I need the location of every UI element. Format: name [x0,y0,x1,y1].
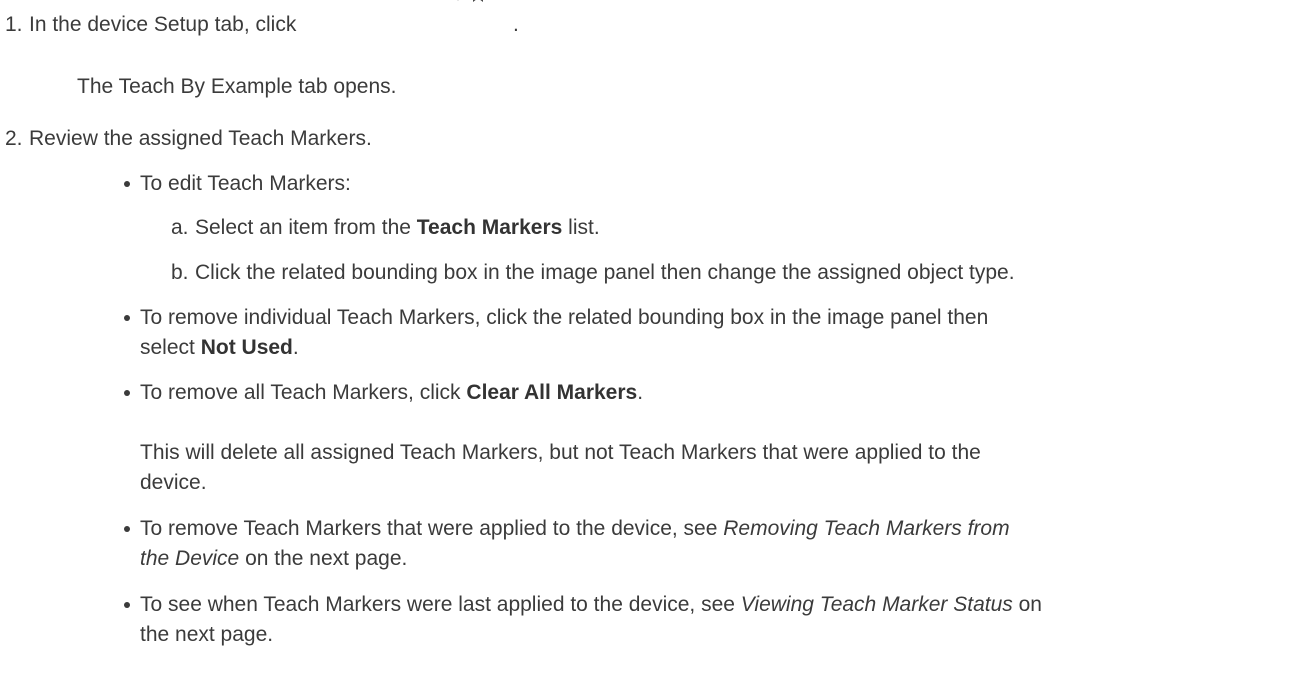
removing-teach-markers-link[interactable]: Removing Teach Markers from [723,517,1009,540]
remove-all-note-line2: device. [140,471,207,494]
bullet [124,602,130,608]
substep-letter: b. [171,261,189,284]
removing-teach-markers-link-cont[interactable]: the Device [140,547,239,570]
step-1-text: In the device Setup tab, click [29,13,297,36]
bullet-remove-individual-line1: To remove individual Teach Markers, clic… [140,306,989,329]
bullet-remove-all: To remove all Teach Markers, click Clear… [140,381,644,404]
substep-letter: a. [171,216,189,239]
step-number: 2. [5,127,23,150]
bullet-see-status-line2: the next page. [140,623,274,646]
bullet-remove-individual-line2: select Not Used. [140,336,299,359]
bullet [124,181,130,187]
bullet [124,315,130,321]
bullet-remove-applied-line1: To remove Teach Markers that were applie… [140,517,1010,540]
bullet [124,526,130,532]
teach-markers-term: Teach Markers [416,216,563,239]
bullet-see-status-line1: To see when Teach Markers were last appl… [140,593,1042,616]
clear-all-markers-term: Clear All Markers [466,381,638,404]
step-2-text: Review the assigned Teach Markers. [29,127,372,150]
step-number: 1. [5,13,23,36]
teach-by-example-icon [457,0,483,2]
substep-a-text: Select an item from the Teach Markers li… [195,216,600,239]
bullet-remove-applied-line2: the Device on the next page. [140,547,408,570]
bullet [124,390,130,396]
not-used-term: Not Used [200,336,293,359]
step-1-period: . [513,13,519,36]
viewing-teach-marker-status-link[interactable]: Viewing Teach Marker Status [741,593,1013,616]
step-1-result: The Teach By Example tab opens. [77,75,397,98]
remove-all-note-line1: This will delete all assigned Teach Mark… [140,441,981,464]
substep-b-text: Click the related bounding box in the im… [195,261,1015,284]
document-page: 1. In the device Setup tab, click . The … [0,0,1290,681]
bullet-edit-markers: To edit Teach Markers: [140,172,351,195]
